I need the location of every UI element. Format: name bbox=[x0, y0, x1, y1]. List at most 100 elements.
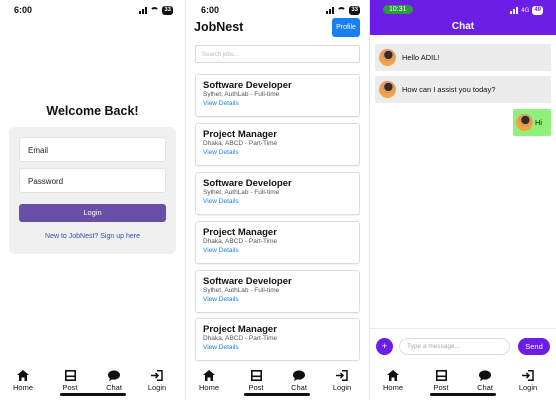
nav-label: Chat bbox=[106, 383, 122, 392]
login-button[interactable]: Login bbox=[19, 204, 166, 222]
wifi-icon bbox=[150, 7, 160, 14]
avatar bbox=[379, 81, 396, 98]
job-subtitle: Sylhet, AuthLab - Full-time bbox=[203, 91, 280, 98]
nav-login[interactable]: Login bbox=[322, 370, 362, 392]
job-card[interactable]: Project Manager Dhaka, ABCD - Part-Time … bbox=[195, 123, 360, 166]
job-title: Project Manager bbox=[203, 227, 277, 238]
login-icon bbox=[151, 370, 163, 381]
view-details-link[interactable]: View Details bbox=[203, 294, 359, 305]
message-bubble: How can I assist you today? bbox=[375, 76, 551, 103]
bottom-nav: Home Post Chat Login bbox=[186, 363, 369, 400]
nav-label: Post bbox=[248, 383, 264, 392]
chat-bubble-icon bbox=[108, 370, 120, 381]
view-details-link[interactable]: View Details bbox=[203, 98, 359, 109]
message-input[interactable]: Type a message... bbox=[399, 338, 510, 355]
nav-label: Chat bbox=[477, 383, 493, 392]
chat-bubble-icon bbox=[293, 370, 305, 381]
status-icons: 4G 49 bbox=[510, 6, 543, 15]
nav-label: Login bbox=[147, 383, 167, 392]
password-field[interactable]: Password bbox=[19, 168, 166, 193]
job-subtitle: Sylhet, AuthLab - Full-time bbox=[203, 189, 280, 196]
chat-header: 10:31 4G 49 Chat bbox=[370, 0, 556, 35]
home-icon bbox=[387, 370, 399, 381]
nav-chat[interactable]: Chat bbox=[465, 370, 505, 392]
page-title: Welcome Back! bbox=[46, 104, 139, 118]
job-card[interactable]: Project Manager Dhaka, ABCD - Part-Time … bbox=[195, 221, 360, 264]
chat-screen: 10:31 4G 49 Chat Hello ADIL! How can I a… bbox=[370, 0, 556, 400]
login-card: Email Password Login New to JobNest? Sig… bbox=[9, 127, 176, 254]
profile-button[interactable]: Profile bbox=[332, 18, 360, 37]
message-bubble: Hello ADIL! bbox=[375, 44, 551, 71]
view-details-link[interactable]: View Details bbox=[203, 342, 359, 353]
nav-home[interactable]: Home bbox=[189, 370, 229, 392]
wifi-icon bbox=[337, 7, 347, 14]
login-icon bbox=[522, 370, 534, 381]
nav-label: Home bbox=[12, 383, 33, 392]
view-details-link[interactable]: View Details bbox=[203, 147, 359, 158]
view-details-link[interactable]: View Details bbox=[203, 245, 359, 256]
job-card[interactable]: Project Manager Dhaka, ABCD - Part-Time … bbox=[195, 318, 360, 361]
status-bar: 6:00 33 bbox=[0, 0, 185, 20]
job-card[interactable]: Software Developer Sylhet, AuthLab - Ful… bbox=[195, 172, 360, 215]
job-card[interactable]: Software Developer Sylhet, AuthLab - Ful… bbox=[195, 74, 360, 117]
add-button[interactable]: + bbox=[376, 338, 393, 355]
nav-label: Post bbox=[433, 383, 449, 392]
nav-label: Chat bbox=[291, 383, 307, 392]
job-title: Project Manager bbox=[203, 324, 277, 335]
job-title: Software Developer bbox=[203, 178, 292, 189]
nav-label: Home bbox=[382, 383, 403, 392]
job-subtitle: Dhaka, ABCD - Part-Time bbox=[203, 335, 278, 342]
nav-post[interactable]: Post bbox=[421, 370, 461, 392]
bottom-nav: Home Post Chat Login bbox=[0, 363, 185, 400]
job-title: Project Manager bbox=[203, 129, 277, 140]
status-time: 6:00 bbox=[14, 5, 33, 15]
network-label: 4G bbox=[521, 7, 530, 14]
avatar bbox=[516, 114, 533, 131]
nav-login[interactable]: Login bbox=[508, 370, 548, 392]
search-input[interactable]: Search jobs... bbox=[195, 45, 360, 63]
bottom-nav: Home Post Chat Login bbox=[370, 363, 556, 400]
jobs-screen: 6:00 33 JobNest Profile Search jobs... S… bbox=[186, 0, 369, 400]
my-message-bubble: Hi bbox=[513, 109, 551, 136]
nav-label: Home bbox=[198, 383, 219, 392]
signal-icon bbox=[510, 7, 519, 14]
job-card[interactable]: Software Developer Sylhet, AuthLab - Ful… bbox=[195, 270, 360, 313]
post-icon bbox=[64, 370, 76, 381]
nav-chat[interactable]: Chat bbox=[279, 370, 319, 392]
message-text: How can I assist you today? bbox=[402, 85, 496, 94]
chat-title: Chat bbox=[451, 21, 475, 32]
nav-label: Login bbox=[518, 383, 538, 392]
battery-icon: 49 bbox=[532, 6, 543, 15]
nav-login[interactable]: Login bbox=[137, 370, 177, 392]
signal-icon bbox=[326, 7, 335, 14]
nav-home[interactable]: Home bbox=[373, 370, 413, 392]
status-icons: 33 bbox=[326, 6, 360, 15]
job-subtitle: Dhaka, ABCD - Part-Time bbox=[203, 140, 278, 147]
job-title: Software Developer bbox=[203, 80, 292, 91]
nav-chat[interactable]: Chat bbox=[94, 370, 134, 392]
status-bar: 6:00 33 bbox=[186, 0, 369, 20]
app-title: JobNest bbox=[194, 20, 244, 34]
view-details-link[interactable]: View Details bbox=[203, 196, 359, 207]
nav-post[interactable]: Post bbox=[50, 370, 90, 392]
app-screenshots: 6:00 33 Welcome Back! Email Password Log… bbox=[0, 0, 556, 400]
send-button[interactable]: Send bbox=[518, 338, 550, 355]
email-field[interactable]: Email bbox=[19, 137, 166, 162]
battery-icon: 33 bbox=[162, 6, 173, 15]
chat-bubble-icon bbox=[479, 370, 491, 381]
message-text: Hello ADIL! bbox=[402, 53, 440, 62]
job-title: Software Developer bbox=[203, 276, 292, 287]
signup-link[interactable]: New to JobNest? Sign up here bbox=[9, 233, 176, 240]
message-composer: + Type a message... Send bbox=[370, 328, 556, 363]
job-subtitle: Sylhet, AuthLab - Full-time bbox=[203, 287, 280, 294]
post-icon bbox=[435, 370, 447, 381]
nav-home[interactable]: Home bbox=[3, 370, 43, 392]
post-icon bbox=[250, 370, 262, 381]
nav-post[interactable]: Post bbox=[236, 370, 276, 392]
job-subtitle: Dhaka, ABCD - Part-Time bbox=[203, 238, 278, 245]
home-indicator bbox=[430, 393, 496, 396]
battery-icon: 33 bbox=[349, 6, 360, 15]
status-time: 6:00 bbox=[201, 5, 220, 15]
home-icon bbox=[17, 370, 29, 381]
login-icon bbox=[336, 370, 348, 381]
